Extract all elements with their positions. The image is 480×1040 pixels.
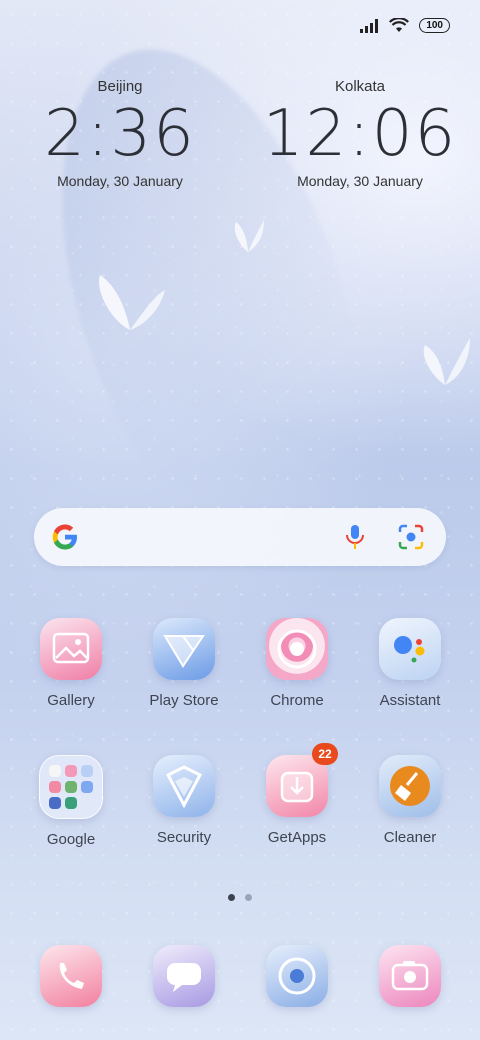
clock-time: 12:06 [262, 97, 458, 171]
security-shield-icon [153, 755, 215, 817]
getapps-icon: 22 [266, 743, 338, 817]
camera-icon [379, 945, 441, 1007]
butterfly-decoration [99, 275, 165, 330]
folder-mini-icon [65, 765, 77, 777]
wifi-icon [389, 18, 410, 32]
clock-city: Kolkata [334, 78, 386, 95]
gallery-icon [40, 618, 102, 680]
folder-mini-icon [81, 781, 93, 793]
app-folder-google[interactable]: Google [21, 755, 121, 848]
app-label: GetApps [267, 829, 327, 846]
clock-widget-beijing[interactable]: Beijing 2:36 Monday, 30 January [20, 78, 220, 189]
assistant-icon [379, 618, 441, 680]
browser-icon [266, 945, 328, 1007]
folder-icon [39, 755, 103, 819]
clock-city: Beijing [97, 78, 143, 95]
folder-mini-icon [65, 781, 77, 793]
folder-mini-icon [49, 765, 61, 777]
app-label: Cleaner [383, 829, 437, 846]
app-cleaner[interactable]: Cleaner [360, 755, 460, 846]
app-assistant[interactable]: Assistant [360, 618, 460, 709]
chrome-icon [266, 618, 328, 680]
messages-icon [153, 945, 215, 1007]
signal-bars-icon [360, 18, 379, 33]
dock-app-browser[interactable] [247, 945, 347, 1007]
clock-time: 2:36 [44, 97, 196, 171]
broom-icon [379, 755, 441, 817]
camera-lens-icon[interactable] [396, 522, 426, 552]
page-indicator [228, 894, 252, 901]
battery-indicator: 100 [419, 18, 450, 33]
app-play-store[interactable]: Play Store [134, 618, 234, 709]
microphone-icon[interactable] [340, 522, 370, 552]
folder-mini-icon [49, 797, 61, 809]
app-label: Security [156, 829, 212, 846]
page-dot-active [228, 894, 235, 901]
butterfly-decoration [234, 220, 264, 252]
app-security[interactable]: Security [134, 755, 234, 846]
app-label: Chrome [270, 692, 324, 709]
dock-app-messages[interactable] [134, 945, 234, 1007]
app-label: Google [46, 831, 96, 848]
clock-widget-kolkata[interactable]: Kolkata 12:06 Monday, 30 January [260, 78, 460, 189]
folder-mini-icon [81, 765, 93, 777]
dock-app-phone[interactable] [21, 945, 121, 1007]
clock-date: Monday, 30 January [57, 173, 183, 189]
app-label: Play Store [149, 692, 219, 709]
app-label: Gallery [47, 692, 95, 709]
app-gallery[interactable]: Gallery [21, 618, 121, 709]
notification-badge: 22 [312, 743, 338, 765]
dock-app-camera[interactable] [360, 945, 460, 1007]
app-label: Assistant [379, 692, 441, 709]
butterfly-decoration [423, 338, 470, 385]
status-bar: 100 [359, 18, 450, 33]
page-dot [245, 894, 252, 901]
clock-date: Monday, 30 January [297, 173, 423, 189]
google-search-bar[interactable] [34, 508, 446, 566]
play-store-icon [153, 618, 215, 680]
folder-mini-icon [65, 797, 77, 809]
app-chrome[interactable]: Chrome [247, 618, 347, 709]
phone-icon [40, 945, 102, 1007]
app-getapps[interactable]: 22 GetApps [247, 743, 347, 846]
folder-mini-icon [49, 781, 61, 793]
google-g-icon [52, 524, 77, 550]
